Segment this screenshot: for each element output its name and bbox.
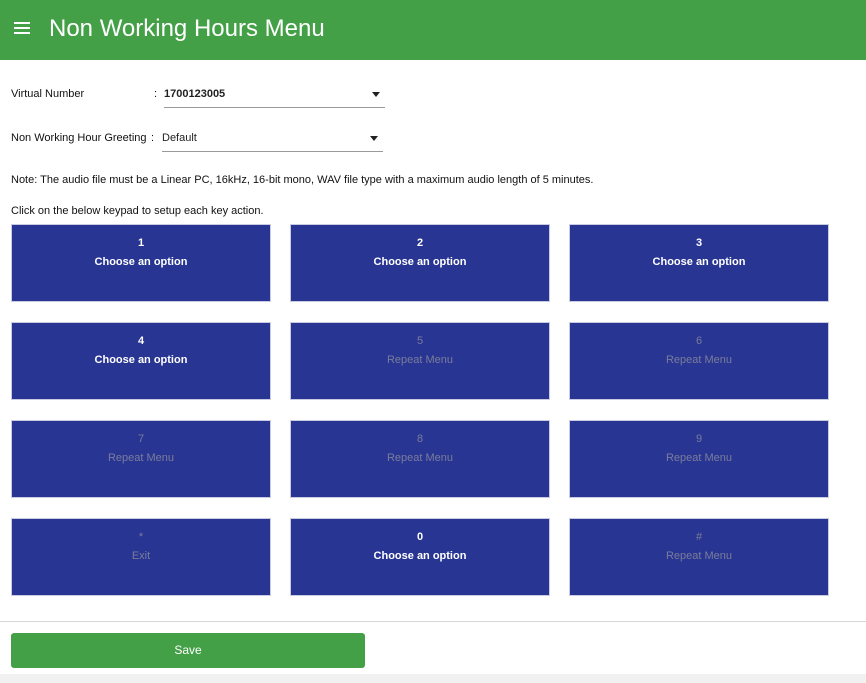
keypad-key[interactable]: 5 Repeat Menu	[290, 322, 550, 400]
keypad-key[interactable]: # Repeat Menu	[569, 518, 829, 596]
key-action: Choose an option	[652, 256, 746, 268]
audio-file-note: Note: The audio file must be a Linear PC…	[11, 174, 594, 186]
keypad-key[interactable]: * Exit	[11, 518, 271, 596]
key-action: Repeat Menu	[665, 354, 733, 366]
key-number: 7	[137, 433, 145, 445]
key-action: Repeat Menu	[107, 452, 175, 464]
footer: Save	[0, 622, 866, 674]
keypad-instruction: Click on the below keypad to setup each …	[11, 205, 264, 217]
keypad-key[interactable]: 6 Repeat Menu	[569, 322, 829, 400]
keypad-key[interactable]: 2 Choose an option	[290, 224, 550, 302]
key-number: *	[138, 531, 144, 543]
key-action: Choose an option	[373, 256, 467, 268]
keypad-key[interactable]: 0 Choose an option	[290, 518, 550, 596]
key-number: 4	[137, 335, 145, 347]
form-panel: Virtual Number : 1700123005 Non Working …	[0, 60, 866, 621]
keypad-key[interactable]: 7 Repeat Menu	[11, 420, 271, 498]
page-title: Non Working Hours Menu	[49, 15, 325, 42]
key-number: 3	[695, 237, 703, 249]
keypad-key[interactable]: 3 Choose an option	[569, 224, 829, 302]
greeting-select[interactable]: Default	[162, 128, 383, 152]
key-number: 5	[416, 335, 424, 347]
hamburger-menu-icon[interactable]	[14, 22, 30, 34]
keypad-key[interactable]: 4 Choose an option	[11, 322, 271, 400]
key-number: 1	[137, 237, 145, 249]
key-action: Repeat Menu	[665, 550, 733, 562]
key-action: Repeat Menu	[386, 452, 454, 464]
key-action: Repeat Menu	[386, 354, 454, 366]
key-number: 8	[416, 433, 424, 445]
key-number: #	[695, 531, 703, 543]
save-button[interactable]: Save	[11, 633, 365, 668]
dropdown-arrow-icon	[370, 136, 378, 141]
keypad-key[interactable]: 9 Repeat Menu	[569, 420, 829, 498]
greeting-label: Non Working Hour Greeting	[11, 132, 147, 144]
dropdown-arrow-icon	[372, 92, 380, 97]
key-number: 6	[695, 335, 703, 347]
key-number: 9	[695, 433, 703, 445]
key-number: 0	[416, 531, 424, 543]
key-action: Choose an option	[373, 550, 467, 562]
key-action: Repeat Menu	[665, 452, 733, 464]
app-header: Non Working Hours Menu	[0, 0, 866, 60]
virtual-number-label: Virtual Number	[11, 88, 85, 100]
virtual-number-colon: :	[154, 88, 158, 100]
greeting-value: Default	[162, 132, 197, 144]
key-action: Exit	[131, 550, 151, 562]
keypad-key[interactable]: 1 Choose an option	[11, 224, 271, 302]
keypad-key[interactable]: 8 Repeat Menu	[290, 420, 550, 498]
key-action: Choose an option	[94, 256, 188, 268]
greeting-colon: :	[151, 132, 155, 144]
virtual-number-value: 1700123005	[164, 88, 226, 100]
key-action: Choose an option	[94, 354, 188, 366]
key-number: 2	[416, 237, 424, 249]
virtual-number-select[interactable]: 1700123005	[164, 84, 385, 108]
